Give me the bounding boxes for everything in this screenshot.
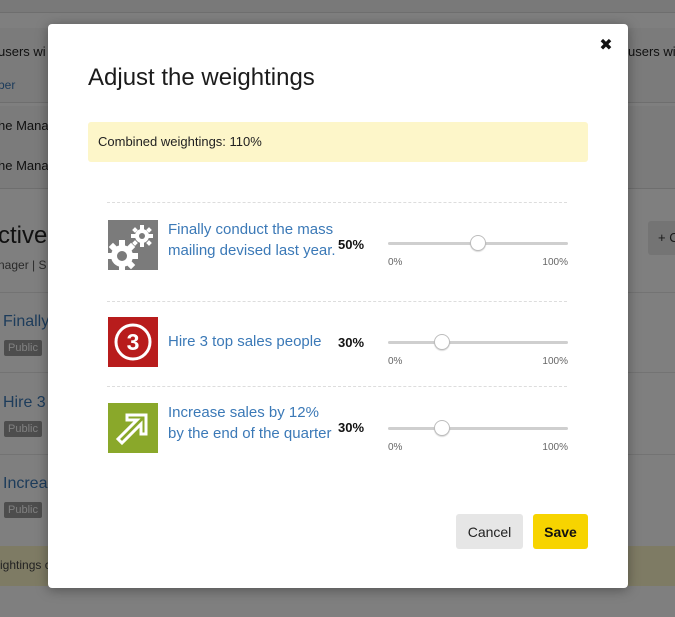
adjust-weightings-dialog: ✖ Adjust the weightings Combined weighti… bbox=[48, 24, 628, 588]
dialog-title: Adjust the weightings bbox=[88, 64, 315, 91]
close-button[interactable]: ✖ bbox=[598, 36, 614, 54]
goal-percent: 30% bbox=[338, 335, 365, 350]
goal-percent: 30% bbox=[338, 420, 365, 435]
arrow-up-right-icon bbox=[108, 403, 158, 453]
weighting-slider[interactable]: 0% 100% bbox=[388, 332, 568, 367]
gears-icon bbox=[106, 220, 158, 272]
slider-max-label: 100% bbox=[542, 257, 568, 268]
slider-handle[interactable] bbox=[470, 235, 486, 251]
goal-row: Increase sales by 12% by the end of the … bbox=[107, 386, 568, 477]
slider-min-label: 0% bbox=[388, 356, 403, 367]
number-three-icon: 3 bbox=[108, 317, 158, 367]
slider-handle[interactable] bbox=[434, 420, 450, 436]
slider-max-label: 100% bbox=[542, 442, 568, 453]
goal-percent: 50% bbox=[338, 237, 365, 252]
slider-min-label: 0% bbox=[388, 442, 403, 453]
weighting-slider[interactable]: 0% 100% bbox=[388, 233, 568, 268]
combined-weightings-banner: Combined weightings: 110% bbox=[88, 122, 588, 162]
number-three-glyph: 3 bbox=[127, 329, 140, 355]
goal-title-link[interactable]: Increase sales by 12% by the end of the … bbox=[168, 402, 336, 444]
slider-track bbox=[388, 341, 568, 344]
close-icon: ✖ bbox=[599, 35, 613, 54]
goal-title-link[interactable]: Finally conduct the mass mailing devised… bbox=[168, 219, 336, 261]
slider-max-label: 100% bbox=[542, 356, 568, 367]
slider-track bbox=[388, 427, 568, 430]
save-button[interactable]: Save bbox=[533, 514, 588, 549]
slider-min-label: 0% bbox=[388, 257, 403, 268]
goal-title-link[interactable]: Hire 3 top sales people bbox=[168, 331, 336, 352]
goal-row: 3 Hire 3 top sales people 30% 0% 100% bbox=[107, 301, 568, 386]
slider-handle[interactable] bbox=[434, 334, 450, 350]
goal-row: Finally conduct the mass mailing devised… bbox=[106, 202, 568, 301]
cancel-button[interactable]: Cancel bbox=[456, 514, 523, 549]
combined-weightings-text: Combined weightings: 110% bbox=[98, 134, 262, 149]
weighting-slider[interactable]: 0% 100% bbox=[388, 418, 568, 453]
